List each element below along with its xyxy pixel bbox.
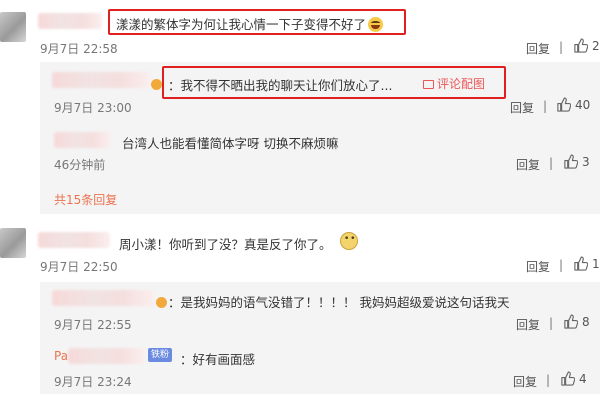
comment-picture-link[interactable]: 评论配图 xyxy=(423,75,485,92)
like-button[interactable]: 8 xyxy=(563,314,590,329)
reply-time: 9月7日 22:55 xyxy=(54,318,132,332)
reply-button[interactable]: 回复 xyxy=(526,40,550,57)
like-count: 12 xyxy=(592,256,600,271)
reply-text: ：是我妈妈的语气没错了！！！！ 我妈妈超级爱说这句话我天 xyxy=(168,295,510,310)
username-blurred[interactable] xyxy=(38,232,110,248)
like-button[interactable]: 4 xyxy=(560,371,587,386)
like-button[interactable]: 40 xyxy=(556,97,590,112)
username-blurred[interactable] xyxy=(38,13,102,29)
divider: | xyxy=(546,373,551,387)
like-button[interactable]: 25 xyxy=(573,38,600,53)
image-icon xyxy=(423,80,434,89)
like-button[interactable]: 3 xyxy=(563,154,590,169)
username-blurred[interactable] xyxy=(52,290,154,306)
divider: | xyxy=(549,316,554,330)
like-count: 4 xyxy=(579,371,587,386)
reply-text: 台湾人也能看懂简体字呀 切换不麻烦嘛 xyxy=(122,136,339,151)
fan-badge: 铁粉 xyxy=(148,348,173,362)
reply-text: ：我不得不晒出我的聊天让你们放心了... xyxy=(168,78,393,93)
avatar[interactable] xyxy=(0,228,26,258)
like-count: 8 xyxy=(582,314,590,329)
reply-time: 46分钟前 xyxy=(54,158,106,172)
comment-text: 漾漾的繁体字为何让我心情一下子变得不好了 xyxy=(116,14,384,33)
divider: | xyxy=(543,99,548,113)
comment-time: 9月7日 22:58 xyxy=(40,42,118,56)
reply-text: ：好有画面感 xyxy=(180,352,256,367)
comment-picture-label: 评论配图 xyxy=(437,77,486,91)
thumbs-up-icon xyxy=(574,256,588,271)
more-replies-link[interactable]: 共15条回复 xyxy=(54,191,117,208)
comment-text: 周小漾！你听到了没？真是反了你了。 xyxy=(119,237,332,252)
like-count: 25 xyxy=(592,38,600,53)
thumbs-up-icon xyxy=(557,97,571,112)
comment-time: 9月7日 22:50 xyxy=(40,260,118,274)
reply-button[interactable]: 回复 xyxy=(513,373,537,390)
reply-time: 9月7日 23:00 xyxy=(54,101,132,115)
thumbs-up-icon xyxy=(574,38,588,53)
divider: | xyxy=(559,258,564,272)
reply-button[interactable]: 回复 xyxy=(510,99,534,116)
reply-time: 9月7日 23:24 xyxy=(54,375,132,389)
username-blurred[interactable] xyxy=(68,348,144,364)
username-blurred[interactable] xyxy=(54,132,110,148)
divider: | xyxy=(559,40,564,54)
reply-button[interactable]: 回复 xyxy=(526,258,550,275)
reply-button[interactable]: 回复 xyxy=(516,316,540,333)
username-prefix[interactable]: Pa xyxy=(54,349,68,363)
reply-button[interactable]: 回复 xyxy=(516,156,540,173)
like-button[interactable]: 12 xyxy=(573,256,600,271)
thumbs-up-icon xyxy=(561,371,575,386)
username-blurred[interactable] xyxy=(52,72,150,88)
cat-emoji-icon xyxy=(340,232,358,250)
like-count: 40 xyxy=(575,97,591,112)
like-count: 3 xyxy=(582,154,590,169)
divider: | xyxy=(549,156,554,170)
laugh-emoji-icon xyxy=(368,17,384,32)
comment-text-body: 漾漾的繁体字为何让我心情一下子变得不好了 xyxy=(116,17,367,32)
thumbs-up-icon xyxy=(564,314,578,329)
avatar[interactable] xyxy=(0,12,26,42)
thumbs-up-icon xyxy=(564,154,578,169)
wave-emoji-icon xyxy=(156,292,168,311)
